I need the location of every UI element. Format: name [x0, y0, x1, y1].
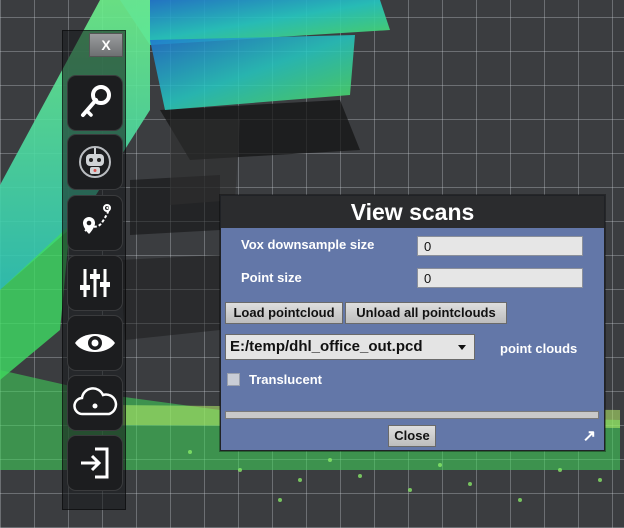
view-scans-dialog: View scans Vox downsample size 0 Point s…	[220, 195, 605, 451]
exit-button[interactable]	[67, 435, 123, 491]
exit-icon	[75, 443, 115, 483]
resize-grip-icon[interactable]: ↗	[583, 426, 596, 446]
tool-sidebar: X	[62, 30, 126, 510]
route-button[interactable]	[67, 195, 123, 251]
point-size-input[interactable]: 0	[417, 268, 583, 288]
robot-icon	[75, 142, 115, 182]
translucent-checkbox[interactable]	[227, 373, 240, 386]
progress-bar	[225, 411, 599, 419]
cloud-icon	[72, 386, 118, 420]
close-button[interactable]: Close	[388, 425, 436, 447]
route-pin-icon	[73, 201, 117, 245]
selected-pointcloud: E:/temp/dhl_office_out.pcd	[230, 338, 423, 355]
toolbar-close-button[interactable]: X	[89, 33, 123, 57]
chevron-down-icon	[458, 345, 466, 350]
dialog-title[interactable]: View scans	[221, 196, 604, 228]
sliders-icon	[75, 263, 115, 303]
pointcloud-button[interactable]	[67, 375, 123, 431]
view-button[interactable]	[67, 315, 123, 371]
load-pointcloud-button[interactable]: Load pointcloud	[225, 302, 343, 324]
point-clouds-label: point clouds	[500, 341, 578, 356]
unload-all-pointclouds-button[interactable]: Unload all pointclouds	[345, 302, 507, 324]
vox-downsample-input[interactable]: 0	[417, 236, 583, 256]
translucent-label: Translucent	[249, 372, 322, 387]
pointcloud-select[interactable]: E:/temp/dhl_office_out.pcd	[225, 334, 475, 360]
key-button[interactable]	[67, 75, 123, 131]
robot-button[interactable]	[67, 134, 123, 190]
vox-downsample-label: Vox downsample size	[241, 237, 375, 252]
point-size-label: Point size	[241, 270, 302, 285]
key-icon	[75, 83, 115, 123]
settings-sliders-button[interactable]	[67, 255, 123, 311]
eye-icon	[73, 328, 117, 358]
